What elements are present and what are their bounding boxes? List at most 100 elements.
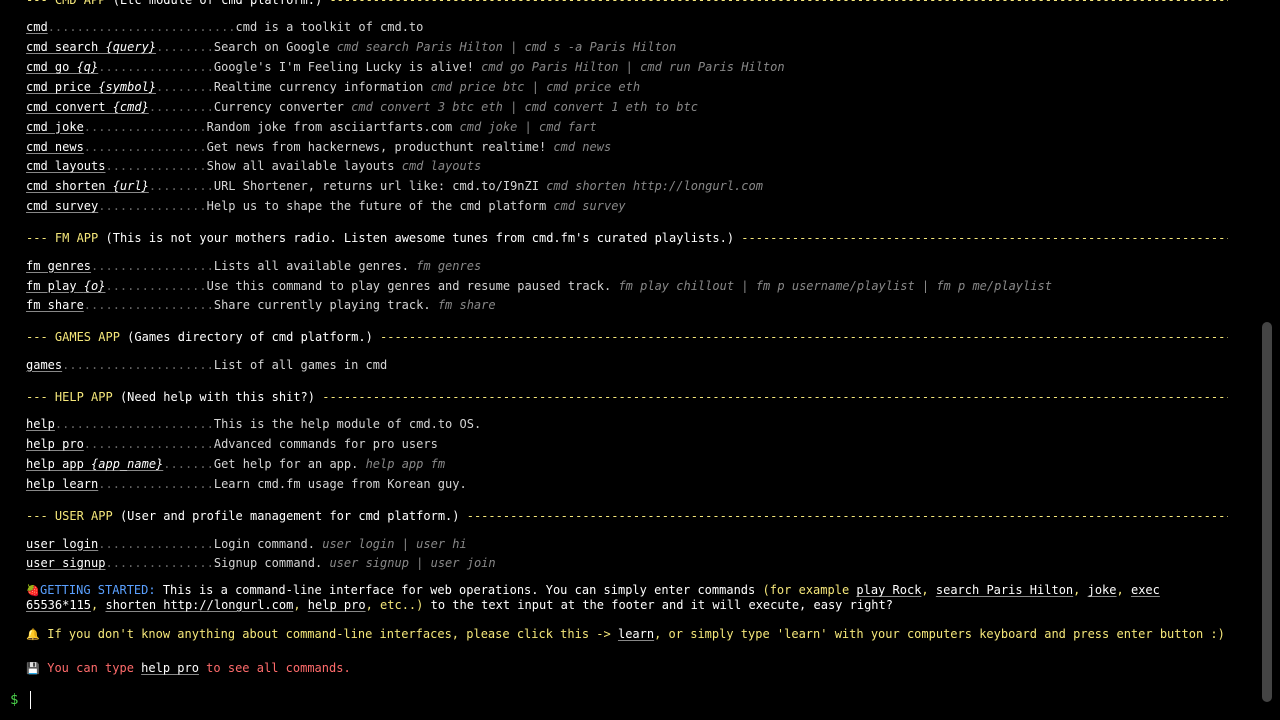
command-link[interactable]: cmd survey: [26, 199, 98, 213]
sep: ,: [293, 598, 308, 612]
app-description: (This is not your mothers radio. Listen …: [105, 230, 735, 245]
command-name[interactable]: fm share: [26, 298, 84, 312]
command-link[interactable]: cmd convert {cmd}: [26, 100, 149, 114]
command-name[interactable]: cmd search: [26, 40, 105, 54]
example-play-rock[interactable]: play Rock: [856, 583, 921, 597]
command-example: user signup | user join: [329, 556, 496, 571]
command-link[interactable]: cmd layouts: [26, 159, 105, 173]
example-exec[interactable]: exec: [1131, 583, 1160, 597]
command-name[interactable]: help: [26, 417, 55, 431]
command-name[interactable]: games: [26, 358, 62, 372]
example-shorten[interactable]: shorten http://longurl.com: [105, 598, 293, 612]
command-name[interactable]: cmd: [26, 20, 48, 34]
command-link[interactable]: cmd: [26, 20, 48, 34]
help-hint-tail: to see all commands.: [198, 661, 351, 675]
command-link[interactable]: fm genres: [26, 259, 91, 273]
command-example: cmd convert 3 btc eth | cmd convert 1 et…: [351, 99, 698, 114]
app-title: FM APP: [54, 230, 99, 245]
command-name[interactable]: cmd survey: [26, 199, 98, 213]
command-link[interactable]: cmd news: [26, 140, 84, 154]
command-name[interactable]: help app: [26, 457, 91, 471]
learn-link[interactable]: learn: [618, 627, 654, 641]
sep: ,: [1116, 583, 1131, 597]
scrollbar-thumb[interactable]: [1262, 322, 1272, 702]
command-argument[interactable]: {symbol}: [98, 80, 156, 94]
command-name[interactable]: cmd news: [26, 140, 84, 154]
section-header: --- GAMES APP (Games directory of cmd pl…: [26, 329, 1228, 345]
command-link[interactable]: cmd go {q}: [26, 60, 98, 74]
example-exec-arg[interactable]: 65536*115: [26, 598, 91, 612]
section-header: --- CMD APP (Etc module of cmd platform.…: [26, 0, 1228, 8]
command-example: cmd news: [553, 139, 612, 154]
command-name[interactable]: cmd shorten: [26, 179, 113, 193]
command-argument[interactable]: {url}: [113, 179, 149, 193]
prompt-symbol: $: [10, 692, 19, 708]
command-link[interactable]: cmd search {query}: [26, 40, 156, 54]
example-help-pro[interactable]: help pro: [308, 598, 366, 612]
command-row: help pro..................Advanced comma…: [26, 436, 438, 452]
command-argument[interactable]: {query}: [105, 40, 156, 54]
dot-leader: ..........................: [47, 20, 236, 35]
command-row: cmd convert {cmd}.........Currency conve…: [26, 99, 698, 115]
command-description: Lists all available genres.: [213, 258, 417, 273]
command-name[interactable]: fm play: [26, 279, 84, 293]
learn-hint-tail: , or simply type 'learn' with your compu…: [654, 627, 1225, 641]
command-link[interactable]: cmd price {symbol}: [26, 80, 156, 94]
command-link[interactable]: user login: [26, 537, 98, 551]
command-name[interactable]: fm genres: [26, 259, 91, 273]
example-search[interactable]: search Paris Hilton: [936, 583, 1073, 597]
command-name[interactable]: cmd joke: [26, 120, 84, 134]
command-name[interactable]: help pro: [26, 437, 84, 451]
command-row: help app {app_name}.......Get help for a…: [26, 456, 445, 472]
command-link[interactable]: help app {app_name}: [26, 457, 163, 471]
command-name[interactable]: cmd layouts: [26, 159, 105, 173]
command-argument[interactable]: {o}: [84, 279, 106, 293]
command-name[interactable]: cmd go: [26, 60, 77, 74]
command-name[interactable]: cmd convert: [26, 100, 113, 114]
command-argument[interactable]: {cmd}: [113, 100, 149, 114]
header-prefix: ---: [26, 230, 55, 245]
sep: ,: [921, 583, 936, 597]
command-link[interactable]: user signup: [26, 556, 105, 570]
command-example: help app fm: [365, 457, 446, 472]
command-input-cursor[interactable]: [30, 691, 31, 709]
learn-hint: 🔔 If you don't know anything about comma…: [26, 626, 1225, 642]
command-row: cmd go {q}................Google's I'm F…: [26, 59, 785, 75]
command-argument[interactable]: {q}: [77, 60, 99, 74]
command-argument[interactable]: {app_name}: [91, 457, 163, 471]
command-description: URL Shortener, returns url like: cmd.to/…: [213, 179, 547, 194]
command-link[interactable]: cmd joke: [26, 120, 84, 134]
app-title: HELP APP: [54, 389, 113, 404]
command-row: fm play {o}..............Use this comman…: [26, 278, 1052, 294]
command-example: cmd shorten http://longurl.com: [546, 179, 763, 194]
command-example: cmd layouts: [401, 159, 482, 174]
command-description: Random joke from asciiartfarts.com: [206, 119, 460, 134]
command-row: help......................This is the he…: [26, 416, 481, 432]
command-row: fm genres.................Lists all avai…: [26, 258, 481, 274]
command-link[interactable]: fm play {o}: [26, 279, 105, 293]
command-link[interactable]: help pro: [26, 437, 84, 451]
command-row: cmd news.................Get news from h…: [26, 139, 611, 155]
dot-leader: .................: [83, 119, 207, 134]
example-joke[interactable]: joke: [1088, 583, 1117, 597]
command-link[interactable]: cmd shorten {url}: [26, 179, 149, 193]
command-link[interactable]: fm share: [26, 298, 84, 312]
command-name[interactable]: user signup: [26, 556, 105, 570]
command-description: Realtime currency information: [213, 80, 431, 94]
command-link[interactable]: help: [26, 417, 55, 431]
scrollbar[interactable]: [1256, 0, 1280, 720]
help-hint-text: You can type: [40, 661, 142, 675]
command-row: user signup...............Signup command…: [26, 555, 496, 571]
command-description: Search on Google: [213, 40, 337, 55]
help-pro-link[interactable]: help pro: [141, 661, 199, 675]
command-name[interactable]: help learn: [26, 477, 98, 491]
dot-leader: .........: [148, 179, 214, 194]
command-link[interactable]: help learn: [26, 477, 98, 491]
command-name[interactable]: cmd price: [26, 80, 98, 94]
command-description: Help us to shape the future of the cmd p…: [206, 199, 554, 214]
command-name[interactable]: user login: [26, 537, 98, 551]
command-description: Share currently playing track.: [213, 298, 438, 313]
dot-leader: ................: [98, 477, 214, 491]
dot-leader: ........: [156, 40, 214, 55]
command-link[interactable]: games: [26, 358, 62, 372]
